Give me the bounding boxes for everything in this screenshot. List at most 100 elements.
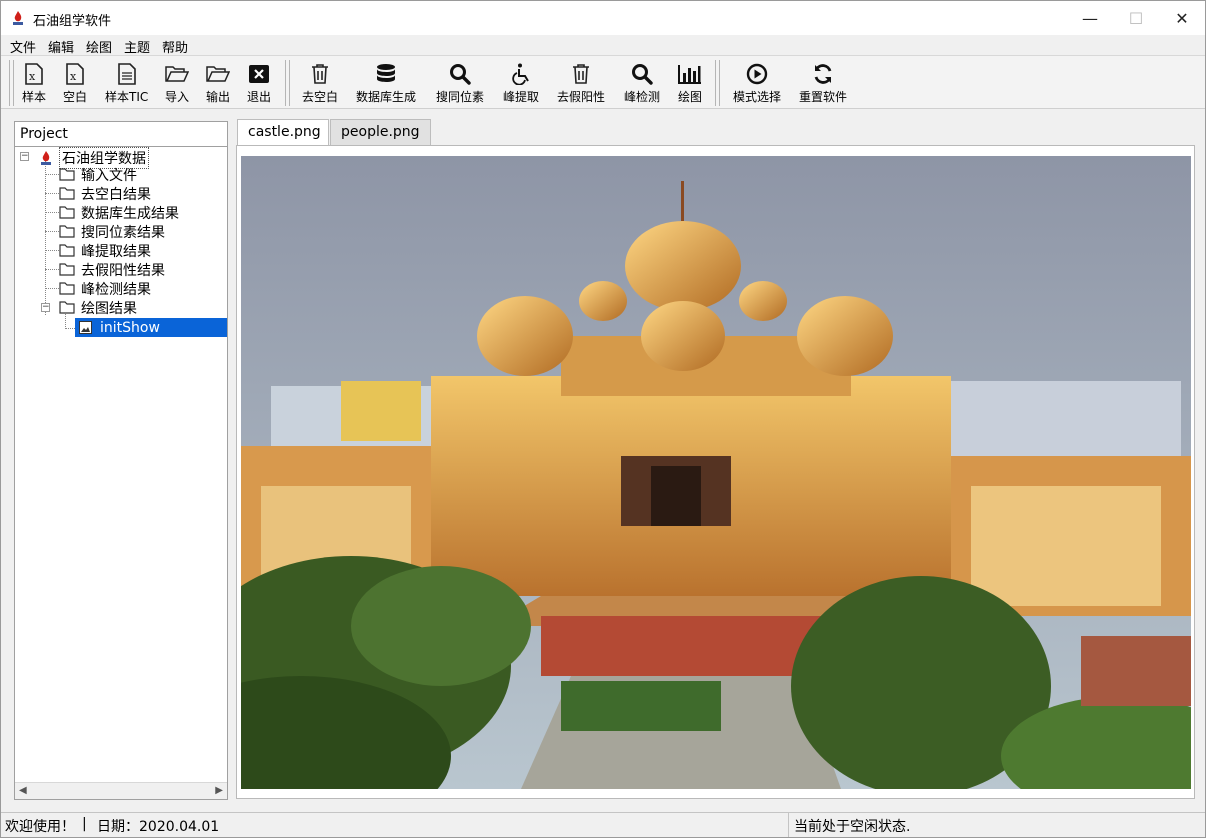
blank-button[interactable]: x 空白 [63, 62, 87, 106]
sample-button[interactable]: x 样本 [22, 62, 46, 106]
tree-item-label: 去空白结果 [81, 186, 151, 203]
folder-icon [59, 206, 75, 219]
search-icon [448, 62, 472, 86]
project-panel: Project − 石油组学数据 输入文件 去空白结果 数据库生成结果 搜同位素… [14, 121, 228, 800]
close-button[interactable]: ✕ [1159, 1, 1205, 35]
excel-file-icon: x [22, 62, 46, 86]
title-bar: 石油组学软件 — ☐ ✕ [1, 1, 1205, 35]
tree-item-label: initShow [100, 319, 160, 336]
image-viewer [236, 145, 1195, 799]
window-title: 石油组学软件 [33, 14, 112, 29]
folder-icon [59, 282, 75, 295]
tree-folder-blank-result[interactable]: 去空白结果 [59, 184, 151, 203]
refresh-icon [811, 62, 835, 86]
isotope-search-button[interactable]: 搜同位素 [436, 62, 484, 106]
sample-tic-button[interactable]: 样本TIC [105, 62, 148, 106]
folder-icon [59, 225, 75, 238]
toolbar-grip [9, 60, 14, 106]
project-header: Project [15, 122, 227, 147]
tree-item-initshow[interactable]: initShow [75, 318, 227, 337]
tree-folder-input[interactable]: 输入文件 [59, 165, 137, 184]
scroll-left-icon[interactable]: ◀ [19, 785, 27, 796]
horizontal-scrollbar[interactable]: ◀ ▶ [15, 782, 227, 799]
folder-icon [59, 244, 75, 257]
database-icon [374, 62, 398, 86]
toolbar-separator [285, 60, 290, 106]
tree-item-label: 峰检测结果 [81, 281, 151, 298]
tree-guide [45, 288, 59, 289]
peak-detect-button[interactable]: 峰检测 [624, 62, 660, 106]
folder-open-icon [165, 62, 189, 86]
svg-text:x: x [70, 70, 77, 83]
tree-guide [45, 269, 59, 270]
folder-icon [59, 263, 75, 276]
tree-folder-plot-result[interactable]: 绘图结果 [59, 298, 137, 317]
toolbar-separator [715, 60, 720, 106]
menu-plot[interactable]: 绘图 [86, 37, 112, 56]
collapse-toggle[interactable]: − [41, 303, 50, 312]
tree-item-label: 去假阳性结果 [81, 262, 165, 279]
scroll-right-icon[interactable]: ▶ [215, 785, 223, 796]
menu-help[interactable]: 帮助 [162, 37, 188, 56]
search-icon [630, 62, 654, 86]
tree-guide [45, 212, 59, 213]
tree-folder-isotope-result[interactable]: 搜同位素结果 [59, 222, 165, 241]
reset-software-button[interactable]: 重置软件 [799, 62, 847, 106]
tree-guide [45, 161, 46, 315]
export-button[interactable]: 输出 [206, 62, 230, 106]
tree-item-label: 输入文件 [81, 167, 137, 184]
project-tree: − 石油组学数据 输入文件 去空白结果 数据库生成结果 搜同位素结果 峰提取结果… [15, 146, 227, 778]
tree-guide [45, 231, 59, 232]
excel-file-icon: x [63, 62, 87, 86]
maximize-button[interactable]: ☐ [1113, 1, 1159, 35]
toolbar: x 样本 x 空白 样本TIC 导入 输出 退出 去空白 数据库生成 搜同位素 … [1, 55, 1205, 109]
tab-people[interactable]: people.png [330, 119, 431, 145]
exit-button[interactable]: 退出 [247, 62, 271, 106]
remove-false-positive-button[interactable]: 去假阳性 [557, 62, 605, 106]
tree-folder-peak-detect-result[interactable]: 峰检测结果 [59, 279, 151, 298]
menu-file[interactable]: 文件 [10, 37, 36, 56]
menu-theme[interactable]: 主题 [124, 37, 150, 56]
folder-icon [59, 168, 75, 181]
svg-text:x: x [29, 70, 36, 83]
tree-folder-false-positive-result[interactable]: 去假阳性结果 [59, 260, 165, 279]
play-circle-icon [745, 62, 769, 86]
bar-chart-icon [678, 62, 702, 86]
folder-icon [59, 301, 75, 314]
menu-bar: 文件 编辑 绘图 主题 帮助 [1, 35, 1205, 56]
status-state: 当前处于空闲状态. [788, 813, 1198, 837]
database-generate-button[interactable]: 数据库生成 [356, 62, 416, 106]
wheelchair-icon [509, 62, 533, 86]
app-flame-icon [41, 150, 51, 165]
import-button[interactable]: 导入 [165, 62, 189, 106]
tree-folder-database-result[interactable]: 数据库生成结果 [59, 203, 179, 222]
app-window: 石油组学软件 — ☐ ✕ 文件 编辑 绘图 主题 帮助 x 样本 x 空白 样本… [0, 0, 1206, 838]
mode-select-button[interactable]: 模式选择 [733, 62, 781, 106]
menu-edit[interactable]: 编辑 [48, 37, 74, 56]
minimize-button[interactable]: — [1067, 1, 1113, 35]
document-icon [115, 62, 139, 86]
tree-guide [45, 193, 59, 194]
peak-extract-button[interactable]: 峰提取 [503, 62, 539, 106]
castle-picture [241, 156, 1191, 789]
tree-item-label: 数据库生成结果 [81, 205, 179, 222]
image-icon [79, 321, 92, 334]
status-date: 日期：2020.04.01 [97, 819, 220, 835]
close-box-icon [247, 62, 271, 86]
trash-icon [569, 62, 593, 86]
tab-castle[interactable]: castle.png [237, 119, 329, 145]
trash-icon [308, 62, 332, 86]
castle-image [241, 156, 1191, 789]
tree-guide [45, 250, 59, 251]
tree-guide [65, 328, 75, 329]
plot-button[interactable]: 绘图 [678, 62, 702, 106]
status-separator: | [82, 816, 87, 832]
tree-item-label: 绘图结果 [81, 300, 137, 317]
app-flame-icon [13, 11, 23, 25]
tree-item-label: 峰提取结果 [81, 243, 151, 260]
tree-folder-peak-extract-result[interactable]: 峰提取结果 [59, 241, 151, 260]
collapse-toggle[interactable]: − [20, 152, 29, 161]
status-welcome: 欢迎使用！ [5, 819, 75, 835]
remove-blank-button[interactable]: 去空白 [302, 62, 338, 106]
folder-icon [59, 187, 75, 200]
